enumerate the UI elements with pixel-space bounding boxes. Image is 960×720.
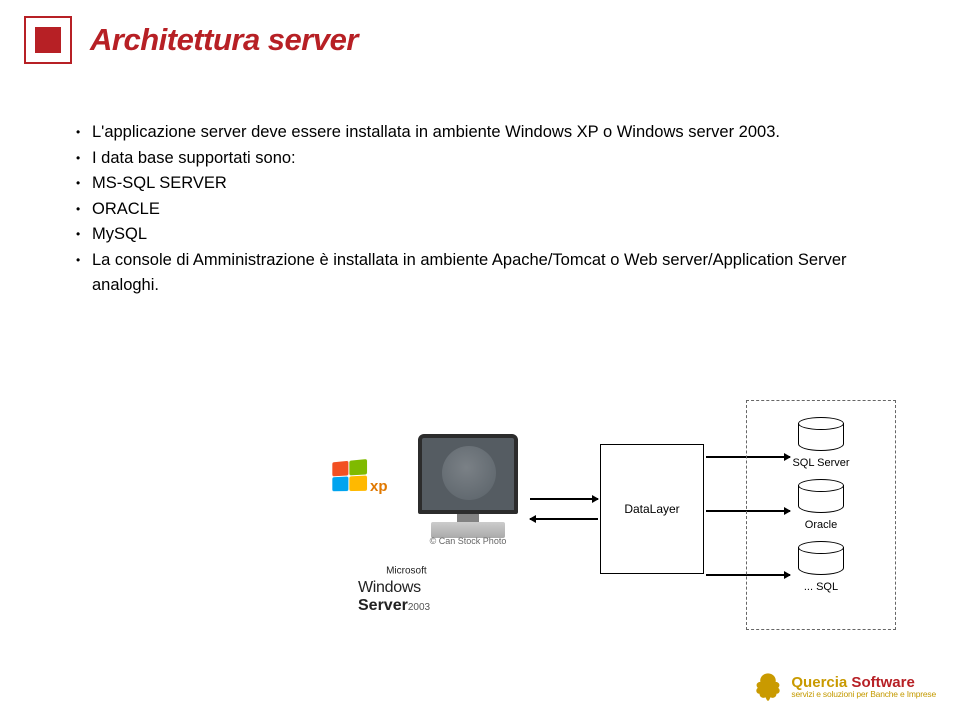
monitor-icon: © Can Stock Photo [408, 434, 528, 552]
datalayer-label: DataLayer [624, 502, 679, 516]
bullet-item: MS-SQL SERVER [70, 171, 890, 197]
db-label: Oracle [747, 519, 895, 531]
windows-label: Windows [358, 579, 421, 596]
slide-title: Architettura server [90, 22, 358, 58]
bullet-item: I data base supportati sono: [70, 146, 890, 172]
ms-label: Microsoft [386, 565, 427, 576]
monitor-watermark: © Can Stock Photo [408, 536, 528, 546]
arrow-right-icon [530, 498, 598, 500]
server-label: Server [358, 597, 408, 614]
arrow-left-icon [530, 518, 598, 520]
slide-content: L'applicazione server deve essere instal… [0, 64, 960, 299]
database-icon [798, 479, 844, 515]
brand-tagline: servizi e soluzioni per Banche e Imprese [791, 690, 936, 699]
oak-leaf-icon [751, 670, 785, 704]
logo-square-icon [24, 16, 72, 64]
footer-brand: Quercia Software servizi e soluzioni per… [751, 670, 936, 704]
bullet-item: ORACLE [70, 197, 890, 223]
db-label: SQL Server [747, 457, 895, 469]
bullet-item: L'applicazione server deve essere instal… [70, 120, 890, 146]
database-group: SQL Server Oracle ... SQL [746, 400, 896, 630]
slide-header: Architettura server [0, 0, 960, 64]
logo-inner-square [35, 27, 61, 53]
footer-text: Quercia Software servizi e soluzioni per… [791, 675, 936, 699]
year-label: 2003 [408, 602, 430, 613]
db-label: ... SQL [747, 581, 895, 593]
database-icon [798, 541, 844, 577]
datalayer-box: DataLayer [600, 444, 704, 574]
database-icon [798, 417, 844, 453]
xp-label: xp [370, 478, 388, 495]
architecture-diagram: xp © Can Stock Photo Microsoft Windows S… [300, 400, 900, 640]
bullet-item: La console di Amministrazione è installa… [70, 248, 890, 299]
windows-server-2003-icon: Microsoft Windows Server2003 [358, 562, 538, 615]
bullet-item: MySQL [70, 222, 890, 248]
